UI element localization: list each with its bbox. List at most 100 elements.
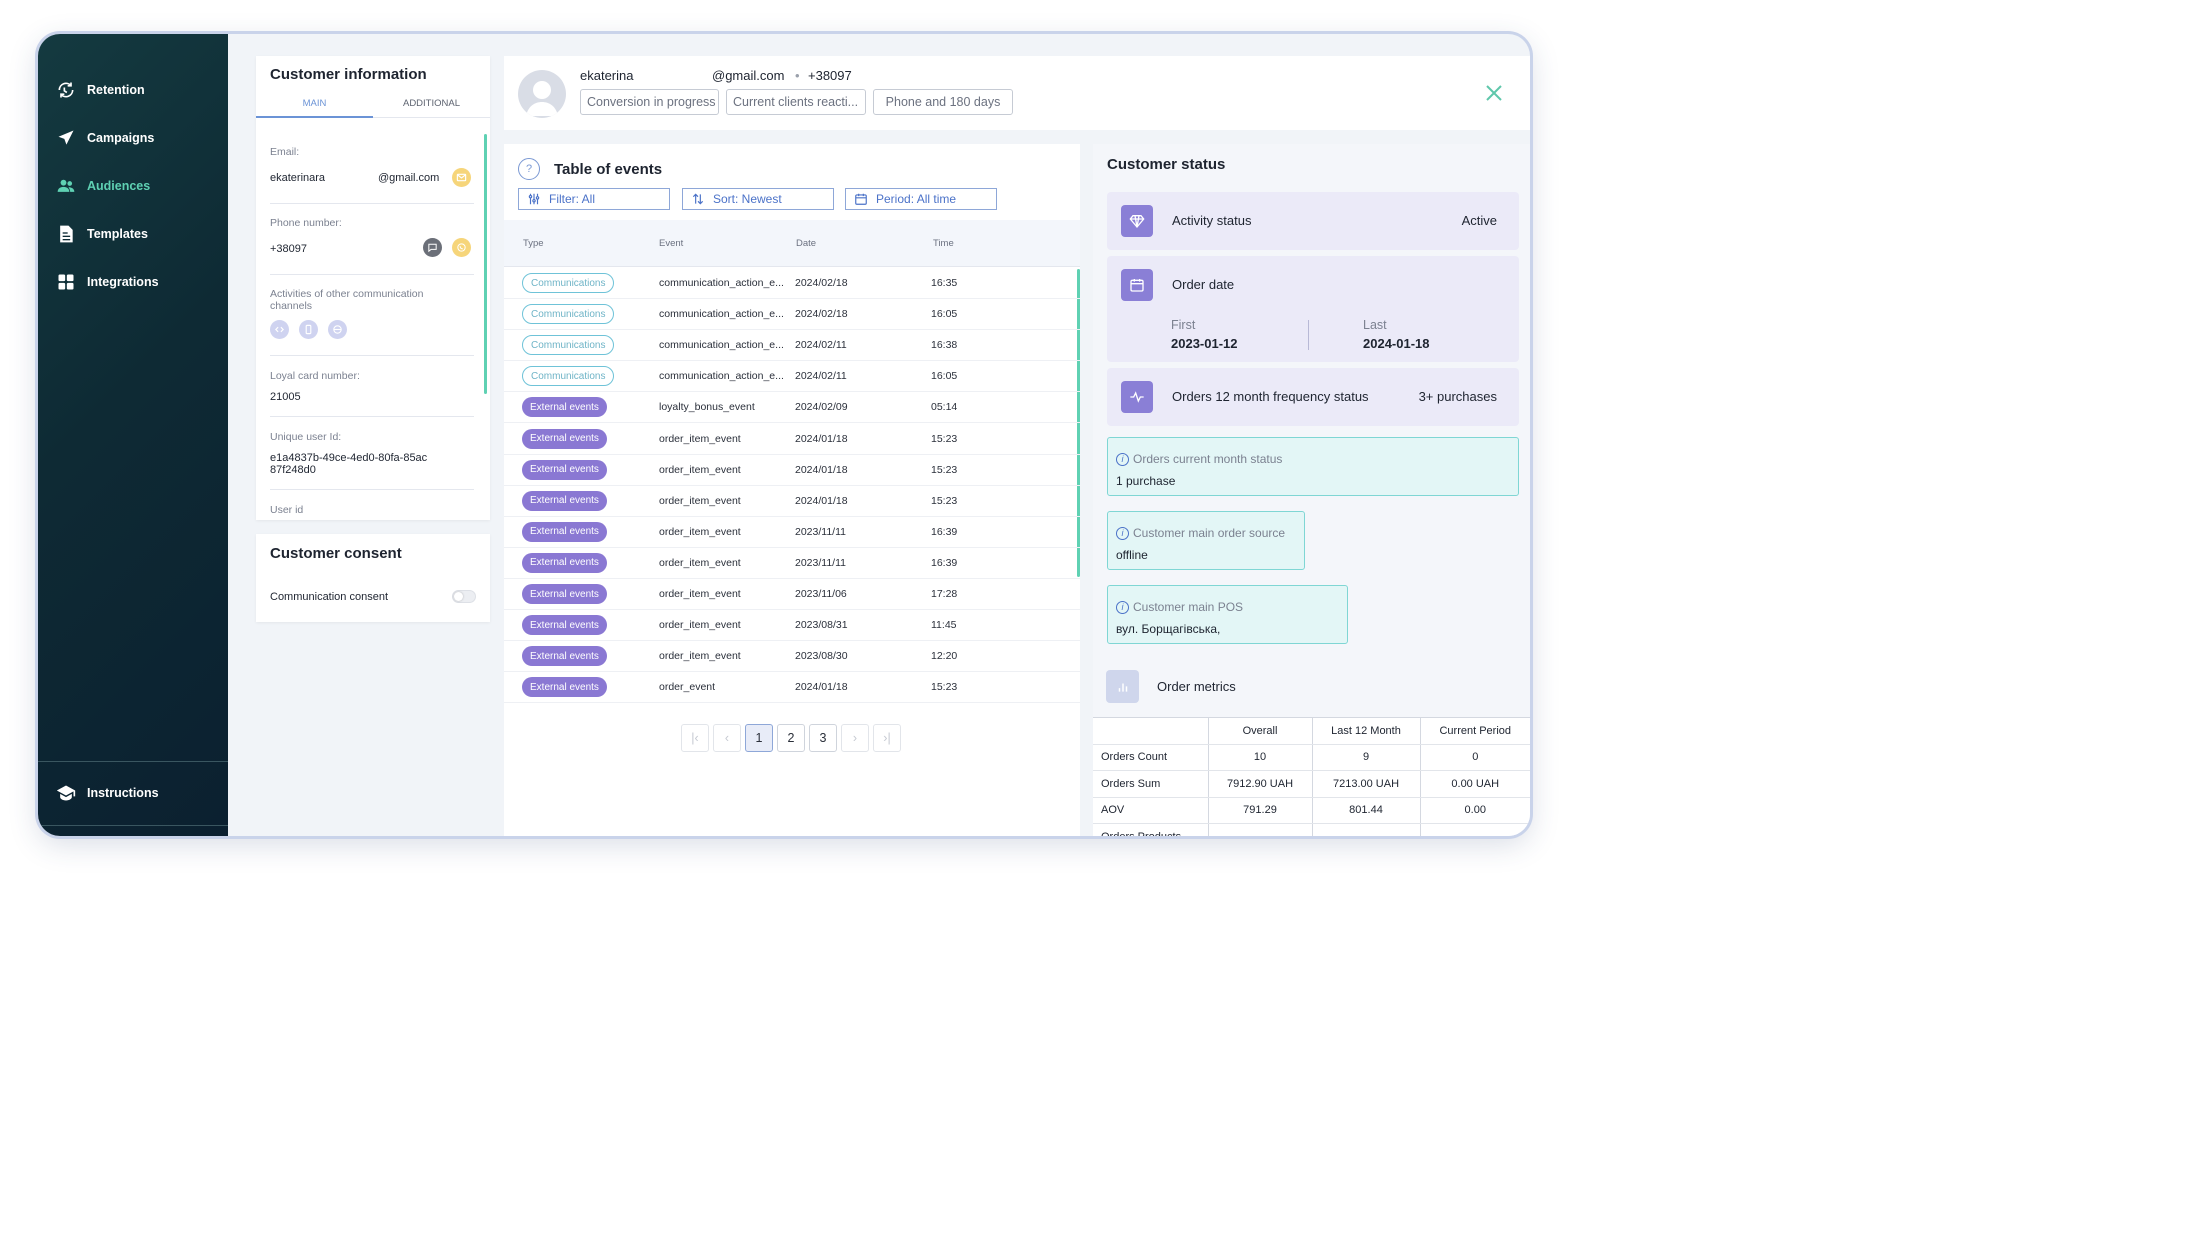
event-time: 15:23 <box>931 494 958 507</box>
users-icon <box>57 179 75 192</box>
consent-label: Communication consent <box>270 591 389 603</box>
event-type-chip: External events <box>522 677 607 698</box>
bar-chart-icon <box>1106 670 1139 703</box>
page-button[interactable]: 2 <box>777 724 805 752</box>
metric-overall: 7912.90 UAH <box>1208 770 1313 798</box>
table-row[interactable]: External events order_item_event 2023/11/0… <box>504 579 1080 610</box>
event-time: 16:39 <box>931 556 958 569</box>
sidebar-item-retention[interactable]: Retention <box>56 78 145 102</box>
event-time: 11:45 <box>931 619 957 632</box>
graduation-cap-icon <box>56 785 76 801</box>
web-push-icon[interactable] <box>328 320 347 339</box>
code-icon[interactable] <box>270 320 289 339</box>
event-name: communication_action_e... <box>659 370 784 383</box>
sidebar-item-audiences[interactable]: Audiences <box>56 174 150 198</box>
event-time: 15:23 <box>931 463 958 476</box>
viber-icon[interactable] <box>452 238 471 257</box>
sms-icon[interactable] <box>423 238 442 257</box>
event-type-chip: External events <box>522 397 607 418</box>
table-row[interactable]: External events loyalty_bonus_event 2024/0… <box>504 392 1080 424</box>
divider <box>270 203 474 204</box>
tab-additional[interactable]: ADDITIONAL <box>373 96 490 118</box>
sidebar-item-campaigns[interactable]: Campaigns <box>56 126 154 150</box>
last-page-button[interactable]: ›| <box>873 724 901 752</box>
filter-button[interactable]: Filter: All <box>518 188 670 210</box>
sidebar: Retention Campaigns Audiences Templates … <box>38 34 228 836</box>
divider <box>270 355 474 356</box>
table-row[interactable]: External events order_item_event 2023/08/3… <box>504 610 1080 642</box>
event-type-chip: External events <box>522 646 607 667</box>
event-date: 2024/01/18 <box>795 463 848 476</box>
table-row[interactable]: External events order_item_event 2024/01/1… <box>504 486 1080 517</box>
sidebar-item-label: Retention <box>87 83 145 97</box>
event-type-chip: External events <box>522 521 607 542</box>
events-panel: ? Table of events Filter: All Sort: Newe… <box>504 144 1080 836</box>
mail-icon[interactable] <box>452 168 471 187</box>
consent-toggle[interactable] <box>452 590 476 603</box>
grid-icon <box>58 274 74 290</box>
help-icon[interactable]: ? <box>518 158 540 180</box>
segment-tag[interactable]: Conversion in progress <box>580 89 719 115</box>
table-row[interactable]: Communications communication_action_e... 2… <box>504 330 1080 362</box>
order-source-card: i Customer main order source offline <box>1107 511 1305 570</box>
table-row[interactable]: Communications communication_action_e... 2… <box>504 361 1080 393</box>
tab-main[interactable]: MAIN <box>256 96 373 118</box>
metric-last12: 9 <box>1312 744 1421 771</box>
event-time: 17:28 <box>931 588 958 600</box>
activities-label: Activities of other communication channe… <box>270 288 424 312</box>
table-row[interactable]: External events order_item_event 2023/11/1… <box>504 548 1080 579</box>
table-row[interactable]: Communications communication_action_e... 2… <box>504 268 1080 299</box>
period-button[interactable]: Period: All time <box>845 188 997 210</box>
table-row: AOV 791.29 801.44 0.00 <box>1093 797 1530 824</box>
first-order-value: 2023-01-12 <box>1171 336 1238 351</box>
table-row[interactable]: External events order_item_event 2024/01/1… <box>504 424 1080 455</box>
segment-tag[interactable]: Phone and 180 days <box>873 89 1013 115</box>
user-id-label: User id <box>270 504 304 516</box>
current-month-label-row: i Orders current month status <box>1116 452 1282 466</box>
info-icon: i <box>1116 526 1129 540</box>
main-pos-card: i Customer main POS вул. Борщагівська, <box>1107 585 1348 644</box>
metric-current <box>1420 823 1530 836</box>
table-row[interactable]: External events order_item_event 2023/08/3… <box>504 641 1080 673</box>
event-name: order_item_event <box>659 619 741 632</box>
table-row[interactable]: Communications communication_action_e... 2… <box>504 299 1080 331</box>
info-icon: i <box>1116 452 1129 466</box>
period-label: Period: All time <box>876 192 957 206</box>
page-button[interactable]: 1 <box>745 724 773 752</box>
panel-title: Customer status <box>1107 156 1226 173</box>
metric-current: 0.00 <box>1420 797 1530 824</box>
info-tabs: MAIN ADDITIONAL <box>256 96 490 118</box>
event-date: 2023/08/30 <box>795 650 848 663</box>
close-icon[interactable] <box>1484 83 1504 103</box>
activity-value: Active <box>1461 213 1497 228</box>
sidebar-divider <box>38 761 228 762</box>
scrollbar[interactable] <box>484 134 487 394</box>
table-row[interactable]: External events order_item_event 2024/01/1… <box>504 455 1080 486</box>
first-page-button[interactable]: |‹ <box>681 724 709 752</box>
sidebar-item-instructions[interactable]: Instructions <box>56 781 159 805</box>
table-row[interactable]: External events order_item_event 2023/11/1… <box>504 517 1080 548</box>
avatar <box>518 70 566 118</box>
column-header <box>1093 717 1209 745</box>
sidebar-item-integrations[interactable]: Integrations <box>56 270 159 294</box>
profile-header: ekaterina @gmail.com • +38097 Conversion… <box>504 56 1530 130</box>
order-source-label-row: i Customer main order source <box>1116 526 1285 540</box>
sidebar-item-templates[interactable]: Templates <box>56 222 148 246</box>
mobile-icon[interactable] <box>299 320 318 339</box>
metric-last12: 801.44 <box>1312 797 1421 824</box>
table-row[interactable]: External events order_event 2024/01/18 15:2… <box>504 672 1080 704</box>
segment-tag[interactable]: Current clients reacti... <box>726 89 866 115</box>
event-type-chip: External events <box>522 584 607 604</box>
event-name: order_event <box>659 681 716 694</box>
sort-button[interactable]: Sort: Newest <box>682 188 834 210</box>
event-time: 16:35 <box>931 277 958 289</box>
event-time: 16:05 <box>931 370 958 383</box>
prev-page-button[interactable]: ‹ <box>713 724 741 752</box>
event-type-chip: Communications <box>522 366 615 387</box>
current-month-label: Orders current month status <box>1133 452 1283 466</box>
calendar-icon <box>1121 269 1153 301</box>
next-page-button[interactable]: › <box>841 724 869 752</box>
diamond-icon <box>1121 205 1153 237</box>
page-button[interactable]: 3 <box>809 724 837 752</box>
email-domain: @gmail.com <box>378 172 440 184</box>
